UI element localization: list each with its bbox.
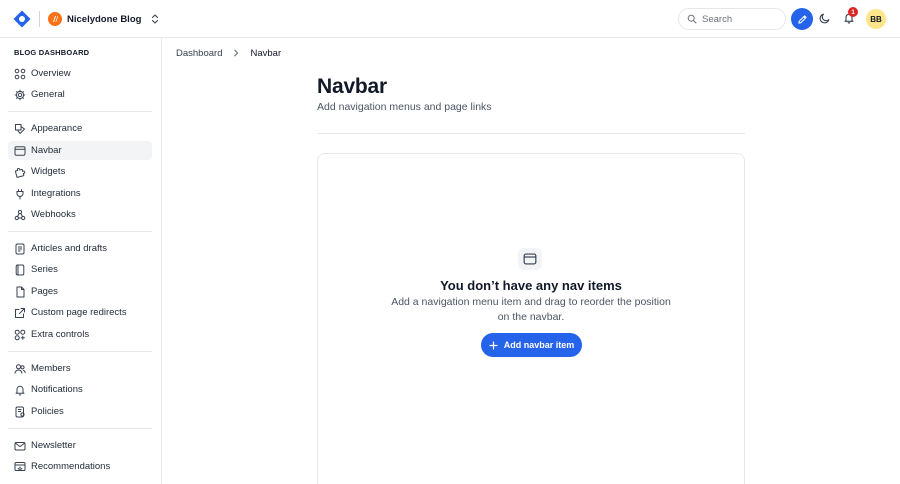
sidebar-item-series[interactable]: Series [8, 260, 152, 279]
puzzle-icon [14, 167, 26, 178]
gear-icon [14, 89, 26, 100]
pen-icon [797, 14, 807, 24]
sidebar-item-pages[interactable]: Pages [8, 282, 152, 301]
blog-logo-icon [48, 12, 62, 26]
sidebar-item-general[interactable]: General [8, 85, 152, 104]
empty-state-title: You don’t have any nav items [440, 278, 622, 293]
sidebar-item-label: Pages [31, 286, 58, 297]
webhook-icon [14, 209, 26, 220]
sidebar: BLOG DASHBOARD Overview General Appearan… [0, 38, 162, 484]
page-title: Navbar [317, 75, 388, 98]
logo-icon[interactable] [13, 10, 31, 28]
mail-icon [14, 441, 26, 450]
chevron-right-icon [234, 49, 239, 57]
recommend-icon [14, 461, 26, 471]
user-avatar[interactable]: BB [866, 9, 886, 29]
sidebar-item-label: Series [31, 264, 58, 275]
document-icon [15, 243, 25, 254]
sidebar-item-label: Navbar [31, 145, 62, 156]
sidebar-item-label: Webhooks [31, 209, 76, 220]
breadcrumb-dashboard-link[interactable]: Dashboard [176, 48, 222, 59]
blog-name: Nicelydone Blog [67, 13, 142, 25]
sidebar-item-label: Appearance [31, 123, 83, 134]
search-input[interactable] [702, 13, 782, 25]
sidebar-item-policies[interactable]: Policies [8, 402, 152, 421]
header-divider [39, 11, 40, 27]
sidebar-item-notifications[interactable]: Notifications [8, 380, 152, 399]
notification-count-badge: 1 [848, 7, 858, 17]
sidebar-item-label: Recommendations [31, 461, 111, 472]
sidebar-item-label: Notifications [31, 384, 83, 395]
sidebar-divider [8, 111, 152, 112]
sidebar-item-newsletter[interactable]: Newsletter [8, 436, 152, 455]
sidebar-item-navbar[interactable]: Navbar [8, 141, 152, 160]
sidebar-divider [8, 351, 152, 352]
users-icon [14, 363, 26, 374]
sidebar-item-label: Extra controls [31, 329, 90, 340]
external-link-icon [15, 307, 25, 318]
grid-icon [14, 68, 26, 79]
sidebar-item-label: Newsletter [31, 440, 76, 451]
sidebar-item-widgets[interactable]: Widgets [8, 162, 152, 181]
write-button[interactable] [791, 8, 813, 30]
empty-state-description: Add a navigation menu item and drag to r… [391, 296, 671, 323]
sidebar-item-label: Articles and drafts [31, 243, 108, 254]
search-box[interactable] [678, 8, 786, 30]
pages-icon [16, 286, 25, 297]
sidebar-item-label: Overview [31, 68, 71, 79]
top-bar: Nicelydone Blog 1 BB [0, 0, 900, 38]
sidebar-item-label: Custom page redirects [31, 307, 127, 318]
sidebar-item-overview[interactable]: Overview [8, 64, 152, 83]
sidebar-item-redirects[interactable]: Custom page redirects [8, 303, 152, 322]
sidebar-heading: BLOG DASHBOARD [14, 48, 90, 57]
sidebar-divider [8, 428, 152, 429]
sidebar-item-label: General [31, 89, 65, 100]
moon-icon [819, 13, 830, 24]
page-subtitle: Add navigation menus and page links [317, 101, 492, 113]
policy-icon [15, 406, 25, 417]
sidebar-item-articles[interactable]: Articles and drafts [8, 239, 152, 258]
controls-icon [14, 329, 26, 340]
bell-icon [15, 385, 25, 396]
paint-icon [15, 123, 25, 134]
sidebar-item-label: Policies [31, 406, 64, 417]
blog-switcher[interactable]: Nicelydone Blog [48, 11, 160, 27]
browser-window-icon [14, 145, 26, 156]
sidebar-item-extra-controls[interactable]: Extra controls [8, 325, 152, 344]
plug-icon [16, 188, 24, 199]
add-navbar-item-label: Add navbar item [503, 340, 575, 350]
chevron-updown-icon [152, 14, 159, 24]
search-icon [687, 14, 697, 24]
theme-toggle-button[interactable] [817, 10, 833, 26]
breadcrumb-current: Navbar [250, 47, 282, 59]
sidebar-item-integrations[interactable]: Integrations [8, 184, 152, 203]
add-navbar-item-button[interactable]: Add navbar item [481, 333, 582, 357]
sidebar-divider [8, 231, 152, 232]
sidebar-item-label: Integrations [31, 188, 81, 199]
book-icon [15, 264, 25, 275]
breadcrumb: Dashboard Navbar [176, 47, 281, 59]
sidebar-item-recommendations[interactable]: Recommendations [8, 457, 152, 476]
sidebar-item-appearance[interactable]: Appearance [8, 119, 152, 138]
plus-icon [489, 340, 498, 350]
header-divider [317, 133, 745, 134]
sidebar-item-label: Members [31, 363, 71, 374]
sidebar-item-members[interactable]: Members [8, 359, 152, 378]
browser-window-icon [518, 248, 542, 270]
sidebar-item-label: Widgets [31, 166, 66, 177]
sidebar-item-webhooks[interactable]: Webhooks [8, 205, 152, 224]
